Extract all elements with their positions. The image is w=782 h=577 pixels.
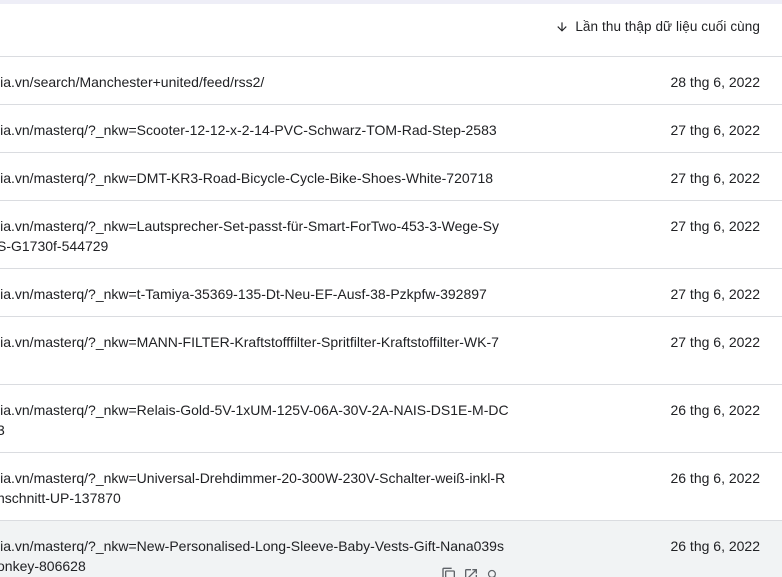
row-date: 27 thg 6, 2022 xyxy=(670,334,760,350)
row-date: 26 thg 6, 2022 xyxy=(670,470,760,486)
url-table: Lần thu thập dữ liệu cuối cùng lia.vn/se… xyxy=(0,0,782,577)
copy-icon xyxy=(442,567,455,577)
open-in-new-icon xyxy=(465,569,477,577)
row-url: lia.vn/search/Manchester+united/feed/rss… xyxy=(0,74,265,90)
open-in-new-tab-button[interactable] xyxy=(460,565,482,577)
row-url: lia.vn/masterq/?_nkw=MANN-FILTER-Kraftst… xyxy=(0,334,499,350)
table-row[interactable]: lia.vn/masterq/?_nkw=MANN-FILTER-Kraftst… xyxy=(0,317,782,385)
table-row[interactable]: lia.vn/masterq/?_nkw=Lautsprecher-Set-pa… xyxy=(0,201,782,269)
row-hover-actions xyxy=(438,565,504,577)
row-date: 26 thg 6, 2022 xyxy=(670,538,760,554)
row-url: lia.vn/masterq/?_nkw=DMT-KR3-Road-Bicycl… xyxy=(0,170,494,186)
row-date: 26 thg 6, 2022 xyxy=(670,402,760,418)
row-date: 27 thg 6, 2022 xyxy=(670,170,760,186)
row-url: lia.vn/masterq/?_nkw=Relais-Gold-5V-1xUM… xyxy=(0,402,509,438)
copy-url-button[interactable] xyxy=(438,565,460,577)
row-date: 27 thg 6, 2022 xyxy=(670,122,760,138)
row-url: lia.vn/masterq/?_nkw=Lautsprecher-Set-pa… xyxy=(0,218,499,254)
inspect-url-button[interactable] xyxy=(482,565,504,577)
row-date: 27 thg 6, 2022 xyxy=(670,286,760,302)
table-row[interactable]: lia.vn/masterq/?_nkw=Relais-Gold-5V-1xUM… xyxy=(0,385,782,453)
inspect-url-icon xyxy=(487,569,496,577)
row-url: lia.vn/masterq/?_nkw=Universal-Drehdimme… xyxy=(0,470,506,506)
last-crawled-sort-header[interactable]: Lần thu thập dữ liệu cuối cùng xyxy=(555,19,760,34)
table-row[interactable]: lia.vn/masterq/?_nkw=DMT-KR3-Road-Bicycl… xyxy=(0,153,782,201)
table-header: Lần thu thập dữ liệu cuối cùng xyxy=(0,4,782,57)
row-url: lia.vn/masterq/?_nkw=Scooter-12-12-x-2-1… xyxy=(0,122,497,138)
row-date: 28 thg 6, 2022 xyxy=(670,74,760,90)
table-row[interactable]: lia.vn/masterq/?_nkw=t-Tamiya-35369-135-… xyxy=(0,269,782,317)
row-date: 27 thg 6, 2022 xyxy=(670,218,760,234)
arrow-down-icon xyxy=(557,21,567,32)
row-url: lia.vn/masterq/?_nkw=t-Tamiya-35369-135-… xyxy=(0,286,487,302)
table-row[interactable]: lia.vn/search/Manchester+united/feed/rss… xyxy=(0,57,782,105)
last-crawled-column-label: Lần thu thập dữ liệu cuối cùng xyxy=(575,19,760,34)
table-row-hovered[interactable]: lia.vn/masterq/?_nkw=New-Personalised-Lo… xyxy=(0,521,782,577)
table-row[interactable]: lia.vn/masterq/?_nkw=Scooter-12-12-x-2-1… xyxy=(0,105,782,153)
table-row[interactable]: lia.vn/masterq/?_nkw=Universal-Drehdimme… xyxy=(0,453,782,521)
